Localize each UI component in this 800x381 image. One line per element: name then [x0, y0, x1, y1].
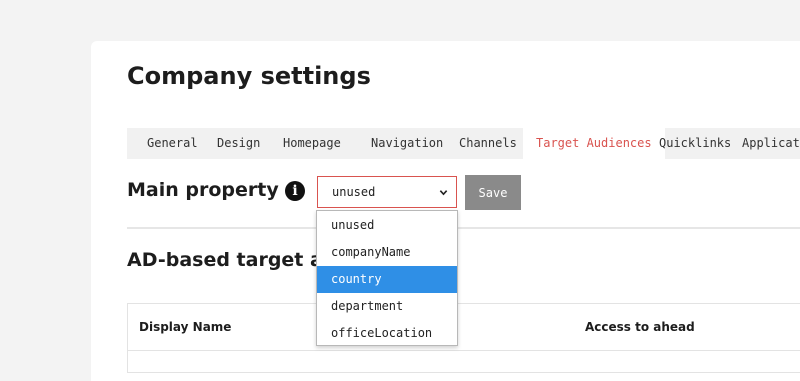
- section-divider: [127, 227, 800, 229]
- select-value: unused: [332, 185, 376, 199]
- info-icon[interactable]: i: [285, 181, 305, 201]
- save-button[interactable]: Save: [465, 175, 521, 210]
- tab-design[interactable]: Design: [217, 128, 260, 159]
- tab-navigation[interactable]: Navigation: [371, 128, 443, 159]
- chevron-down-icon: [439, 190, 448, 196]
- table-header: Display Name Access to ahead: [128, 304, 800, 351]
- ad-section-heading: AD-based target audiences: [127, 249, 317, 271]
- main-property-dropdown: unused companyName country department of…: [316, 210, 458, 346]
- page-title: Company settings: [127, 62, 371, 90]
- settings-tabs: General Design Homepage Navigation Chann…: [127, 128, 800, 159]
- tab-target-audiences[interactable]: Target Audiences: [523, 128, 665, 159]
- dropdown-option-country[interactable]: country: [317, 266, 457, 293]
- dropdown-option-unused[interactable]: unused: [317, 212, 457, 239]
- dropdown-option-officelocation[interactable]: officeLocation: [317, 320, 457, 347]
- dropdown-option-companyname[interactable]: companyName: [317, 239, 457, 266]
- audiences-table: Display Name Access to ahead: [127, 303, 800, 373]
- column-header-display-name[interactable]: Display Name: [139, 304, 231, 350]
- tab-applications[interactable]: Applications: [742, 128, 800, 159]
- main-property-label: Main property: [127, 179, 279, 201]
- tab-channels[interactable]: Channels: [459, 128, 517, 159]
- tab-quicklinks[interactable]: Quicklinks: [659, 128, 731, 159]
- tab-homepage[interactable]: Homepage: [283, 128, 341, 159]
- dropdown-option-department[interactable]: department: [317, 293, 457, 320]
- column-header-access[interactable]: Access to ahead: [585, 304, 695, 350]
- tab-general[interactable]: General: [147, 128, 198, 159]
- main-property-select[interactable]: unused: [317, 176, 457, 208]
